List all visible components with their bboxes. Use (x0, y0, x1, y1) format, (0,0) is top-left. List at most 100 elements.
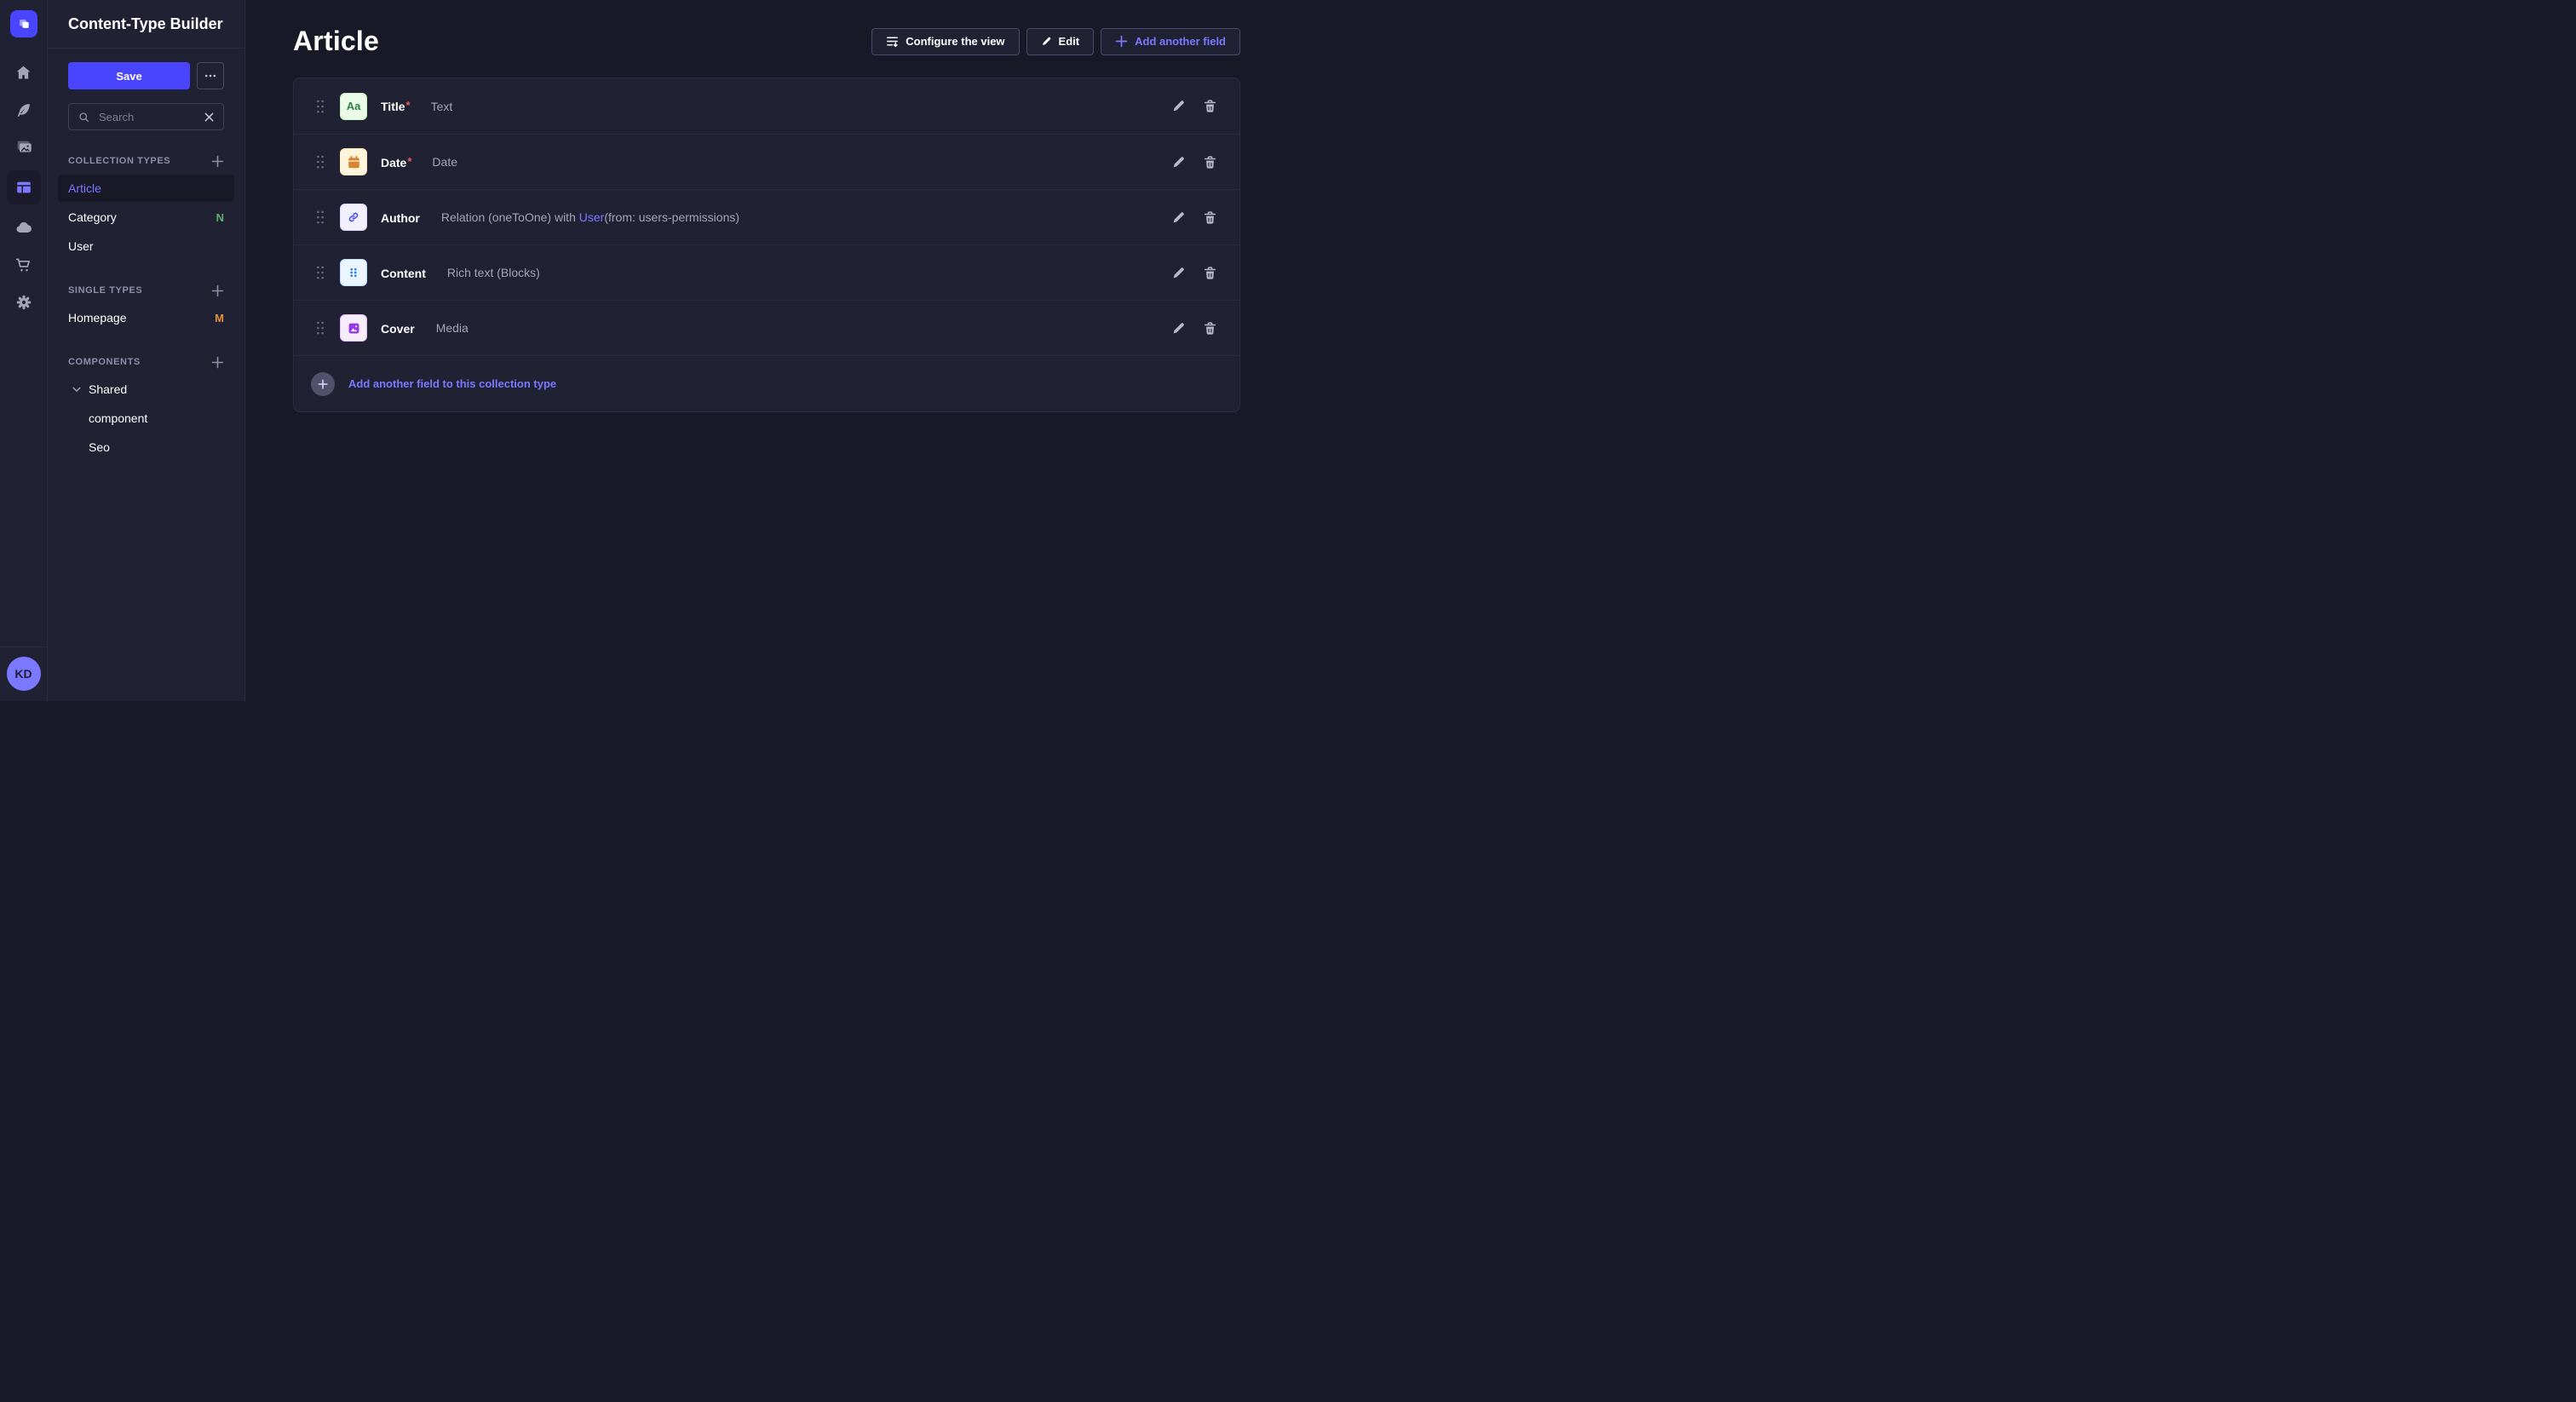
relation-field-icon (340, 204, 367, 231)
section-label: COMPONENTS (68, 357, 141, 367)
add-field-circle-button[interactable] (311, 372, 335, 396)
edit-field-button[interactable] (1170, 153, 1187, 171)
pencil-icon (1171, 266, 1186, 280)
drag-handle-icon[interactable] (314, 264, 326, 281)
sidebar-item-article[interactable]: Article (58, 175, 234, 202)
add-another-field-label: Add another field (1135, 35, 1226, 48)
add-collection-type-button[interactable] (211, 155, 224, 168)
add-single-type-button[interactable] (211, 284, 224, 297)
edit-field-button[interactable] (1170, 209, 1187, 227)
configure-list-icon (886, 35, 899, 48)
plugin-sidebar: Content-Type Builder Save (48, 0, 245, 701)
pencil-icon (1041, 36, 1052, 47)
main-header: Article Configure the view Edit (293, 26, 1240, 57)
save-button[interactable]: Save (68, 62, 190, 89)
plus-icon (211, 356, 224, 369)
plus-icon (1115, 35, 1128, 48)
edit-button[interactable]: Edit (1026, 28, 1095, 55)
table-row-content: Content Rich text (Blocks) (294, 244, 1239, 300)
text-field-icon: Aa (340, 93, 367, 120)
search-input[interactable] (97, 110, 197, 124)
strapi-logo[interactable] (10, 10, 37, 37)
sidebar-item-homepage[interactable]: Homepage M (58, 304, 234, 331)
edit-field-button[interactable] (1170, 97, 1187, 115)
add-another-field-button[interactable]: Add another field (1101, 28, 1240, 55)
table-row-title: Aa Title* Text (294, 78, 1239, 134)
sidebar-item-shared[interactable]: Shared (58, 376, 234, 403)
field-type: Date (432, 155, 457, 169)
table-row-cover: Cover Media (294, 300, 1239, 355)
add-component-button[interactable] (211, 356, 224, 369)
sidebar-item-component[interactable]: component (58, 405, 234, 432)
fields-table: Aa Title* Text (293, 78, 1240, 412)
date-field-icon (340, 148, 367, 175)
delete-field-button[interactable] (1201, 153, 1219, 171)
drag-handle-icon[interactable] (314, 153, 326, 170)
rail-nav (7, 58, 41, 646)
strapi-logo-icon (16, 16, 32, 32)
nav-rail: KD (0, 0, 48, 701)
configure-view-button[interactable]: Configure the view (871, 28, 1019, 55)
sidebar-item-seo[interactable]: Seo (58, 434, 234, 461)
avatar[interactable]: KD (7, 657, 41, 691)
nav-cloud-icon[interactable] (7, 213, 41, 242)
page-title-sidebar: Content-Type Builder (48, 0, 244, 49)
item-label: Homepage (68, 311, 127, 325)
toolbar: Configure the view Edit Add another fiel… (871, 28, 1240, 55)
nav-settings-gear-icon[interactable] (7, 288, 41, 317)
section-components: COMPONENTS Shared component Seo (68, 353, 224, 461)
save-row: Save (68, 62, 224, 89)
section-label: SINGLE TYPES (68, 285, 142, 296)
page-title: Article (293, 26, 379, 57)
sidebar-item-category[interactable]: Category N (58, 204, 234, 231)
close-icon (204, 112, 215, 123)
field-type: Text (431, 100, 453, 113)
delete-field-button[interactable] (1201, 97, 1219, 115)
section-label: COLLECTION TYPES (68, 156, 170, 166)
delete-field-button[interactable] (1201, 209, 1219, 227)
field-name: Title* (381, 99, 411, 113)
section-single-types: SINGLE TYPES Homepage M (68, 282, 224, 331)
pencil-icon (1171, 210, 1186, 225)
nav-marketplace-cart-icon[interactable] (7, 250, 41, 279)
search-box (68, 103, 224, 130)
status-badge: M (215, 312, 224, 325)
blocks-field-icon (340, 259, 367, 286)
field-name: Author (381, 210, 421, 225)
drag-handle-icon[interactable] (314, 209, 326, 226)
edit-field-button[interactable] (1170, 264, 1187, 282)
item-label: Category (68, 210, 117, 224)
app-root: KD Content-Type Builder Save (0, 0, 1288, 701)
drag-handle-icon[interactable] (314, 319, 326, 336)
nav-content-type-builder-icon[interactable] (7, 170, 41, 204)
item-label: User (68, 239, 94, 253)
nav-media-library-icon[interactable] (7, 133, 41, 162)
more-options-button[interactable] (197, 62, 224, 89)
nav-content-feather-icon[interactable] (7, 95, 41, 124)
nav-home-icon[interactable] (7, 58, 41, 87)
clear-search-button[interactable] (204, 112, 215, 123)
table-row-date: Date* Date (294, 134, 1239, 189)
delete-field-button[interactable] (1201, 319, 1219, 337)
chevron-down-icon (72, 384, 82, 394)
add-field-to-collection-link[interactable]: Add another field to this collection typ… (348, 377, 556, 390)
field-type: Relation (oneToOne) with User(from: user… (441, 210, 739, 224)
item-label: Shared (89, 382, 127, 396)
trash-icon (1203, 99, 1217, 113)
item-label: component (89, 411, 147, 425)
table-row-author: Author Relation (oneToOne) with User(fro… (294, 189, 1239, 244)
relation-target-link: User (579, 210, 605, 224)
drag-handle-icon[interactable] (314, 98, 326, 115)
search-icon (78, 111, 90, 124)
field-name: Content (381, 266, 427, 280)
plus-icon (211, 155, 224, 168)
item-label: Seo (89, 440, 110, 454)
edit-field-button[interactable] (1170, 319, 1187, 337)
pencil-icon (1171, 99, 1186, 113)
trash-icon (1203, 155, 1217, 170)
sidebar-item-user[interactable]: User (58, 233, 234, 260)
edit-label: Edit (1059, 35, 1080, 48)
status-badge: N (216, 211, 224, 224)
delete-field-button[interactable] (1201, 264, 1219, 282)
sidebar-body: Save (48, 49, 244, 476)
